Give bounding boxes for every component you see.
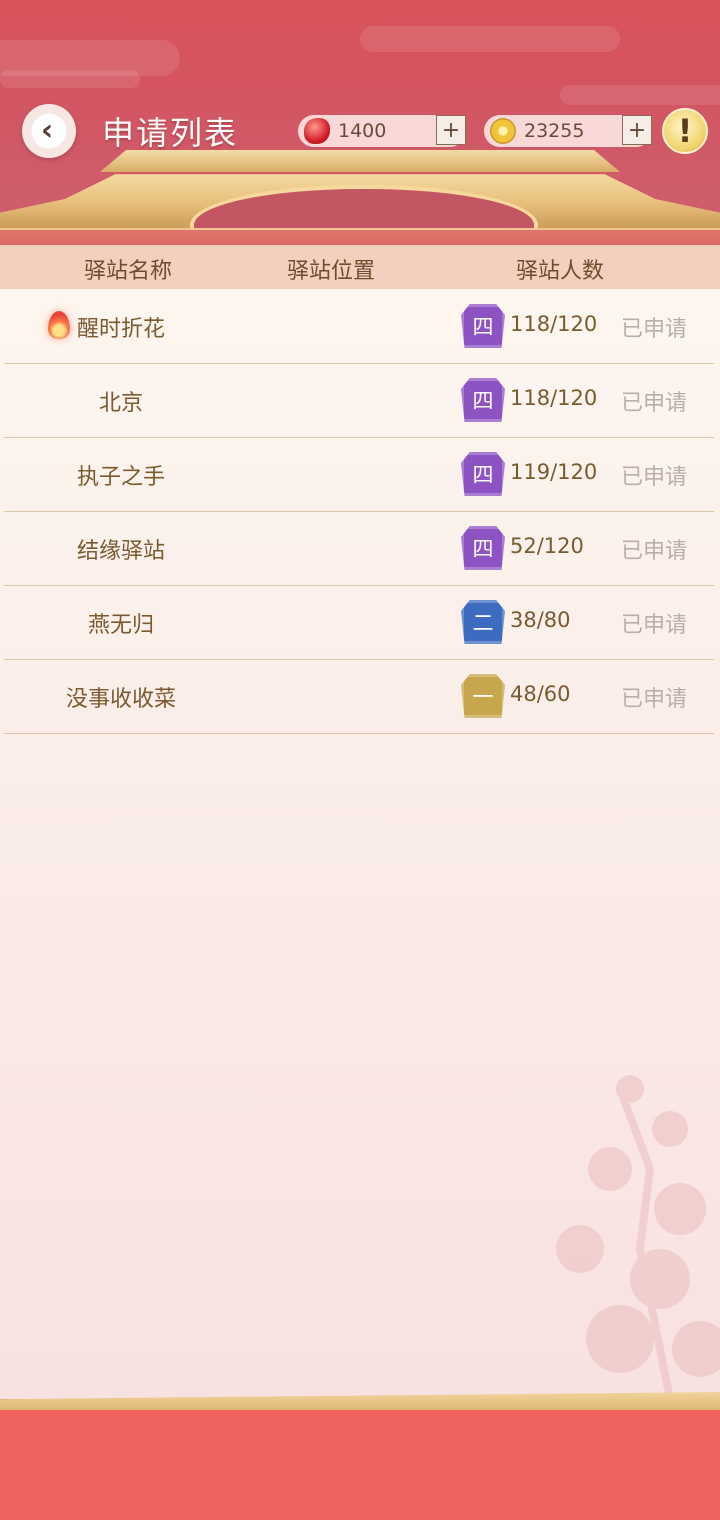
- blossom-decoration: [556, 1075, 720, 1399]
- applied-status: 已申请: [621, 317, 688, 342]
- column-station-name: 驿站名称: [84, 259, 173, 284]
- page-title: 申请列表: [102, 114, 239, 152]
- station-row[interactable]: 没事收收菜 一 48/60 已申请: [4, 659, 714, 734]
- station-level-badge: 一: [461, 674, 505, 718]
- station-member-count: 38/80: [510, 608, 571, 632]
- station-member-count: 118/120: [510, 312, 598, 336]
- add-gem-button[interactable]: +: [436, 115, 466, 145]
- applied-status: 已申请: [621, 613, 688, 638]
- coin-amount: 23255: [524, 120, 585, 142]
- gem-counter: 1400 +: [298, 115, 466, 147]
- station-name: 结缘驿站: [76, 539, 165, 564]
- station-member-count: 48/60: [510, 682, 571, 706]
- station-member-count: 52/120: [510, 534, 584, 558]
- station-member-count: 118/120: [510, 386, 598, 410]
- station-name: 燕无归: [87, 613, 154, 638]
- coin-icon: [490, 118, 516, 144]
- station-level-badge: 二: [461, 600, 505, 644]
- chevron-left-icon: ‹: [40, 113, 54, 148]
- station-level-badge: 四: [461, 526, 505, 570]
- red-bean-icon: [304, 118, 330, 144]
- station-row[interactable]: 醒时折花 四 118/120 已申请: [4, 289, 714, 364]
- applied-status: 已申请: [621, 465, 688, 490]
- station-member-count: 119/120: [510, 460, 598, 484]
- station-name: 北京: [98, 391, 143, 416]
- station-level-badge: 四: [461, 452, 505, 496]
- station-name: 醒时折花: [76, 317, 165, 342]
- station-name: 执子之手: [76, 465, 165, 490]
- applied-status: 已申请: [621, 687, 688, 712]
- station-row[interactable]: 执子之手 四 119/120 已申请: [4, 437, 714, 512]
- back-button[interactable]: ‹: [22, 104, 76, 158]
- table-header: 驿站名称 驿站位置 驿站人数: [0, 245, 720, 289]
- column-station-count: 驿站人数: [516, 259, 605, 284]
- coin-counter: 23255 +: [484, 115, 652, 147]
- gem-amount: 1400: [338, 120, 387, 142]
- station-row[interactable]: 北京 四 118/120 已申请: [4, 363, 714, 438]
- station-level-badge: 四: [461, 378, 505, 422]
- station-name: 没事收收菜: [65, 687, 176, 712]
- station-level-badge: 四: [461, 304, 505, 348]
- header-banner: ‹ 申请列表 1400 + 23255 + !: [0, 0, 720, 245]
- column-station-location: 驿站位置: [287, 259, 376, 284]
- applied-status: 已申请: [621, 539, 688, 564]
- info-button[interactable]: !: [662, 108, 708, 154]
- station-list: 醒时折花四 118/120 已申请 北京四 118/120 已申请 执子之手四 119/120…: [0, 289, 720, 1399]
- roof-trim: [0, 228, 720, 245]
- applied-status: 已申请: [621, 391, 688, 416]
- station-row[interactable]: 结缘驿站 四 52/120 已申请: [4, 511, 714, 586]
- add-coin-button[interactable]: +: [622, 115, 652, 145]
- station-row[interactable]: 燕无归 二 38/80 已申请: [4, 585, 714, 660]
